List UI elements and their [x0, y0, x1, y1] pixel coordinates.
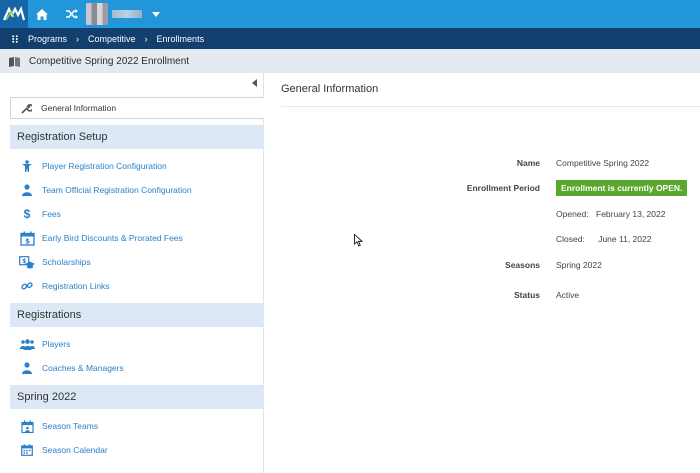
- sidebar-item-team-official-registration[interactable]: Team Official Registration Configuration: [18, 181, 192, 199]
- teams-icon: [20, 420, 34, 433]
- wrench-icon: [21, 103, 32, 114]
- sidebar-item-label: Players: [42, 339, 71, 349]
- sidebar: General Information Registration Setup P…: [0, 73, 264, 473]
- section-registration-setup: Registration Setup: [10, 125, 264, 149]
- sidebar-item-players[interactable]: Players: [18, 335, 70, 353]
- closed-label: Closed:: [556, 234, 585, 244]
- player-icon: [22, 159, 32, 172]
- divider: [281, 106, 700, 107]
- username-redacted: [112, 10, 142, 18]
- grip-icon[interactable]: [12, 34, 18, 43]
- enrollment-period-label: Enrollment Period: [466, 183, 540, 193]
- sidebar-item-player-registration[interactable]: Player Registration Configuration: [18, 157, 167, 175]
- sidebar-item-label: Fees: [42, 209, 61, 219]
- opened-value: February 13, 2022: [596, 209, 666, 219]
- mouse-cursor-icon: [354, 234, 363, 247]
- scholarship-icon: $: [19, 255, 35, 268]
- page-title-bar: Competitive Spring 2022 Enrollment: [0, 49, 700, 73]
- tab-label: General Information: [41, 103, 117, 113]
- sidebar-item-registration-links[interactable]: Registration Links: [18, 277, 110, 295]
- breadcrumb-enrollments[interactable]: Enrollments: [157, 34, 205, 44]
- sidebar-item-early-bird-discounts[interactable]: $ Early Bird Discounts & Prorated Fees: [18, 229, 183, 247]
- seasons-label: Seasons: [505, 260, 540, 270]
- avatar: [86, 3, 108, 25]
- logo-icon: [3, 6, 25, 21]
- page-title: Competitive Spring 2022 Enrollment: [29, 55, 190, 67]
- shuffle-icon: [66, 9, 78, 19]
- seasons-value: Spring 2022: [556, 260, 602, 270]
- closed-value: June 11, 2022: [598, 234, 652, 244]
- top-navigation-bar: [0, 0, 700, 28]
- book-icon: [9, 56, 20, 67]
- closed-row: Closed: June 11, 2022: [556, 234, 651, 244]
- tab-general-information[interactable]: General Information: [10, 97, 264, 119]
- collapse-sidebar-icon[interactable]: [252, 79, 257, 87]
- name-label: Name: [516, 158, 540, 168]
- app-logo[interactable]: [0, 0, 28, 28]
- sidebar-item-label: Season Calendar: [42, 445, 108, 455]
- sidebar-item-label: Coaches & Managers: [42, 363, 124, 373]
- opened-label: Opened:: [556, 209, 589, 219]
- sidebar-item-label: Early Bird Discounts & Prorated Fees: [42, 233, 183, 243]
- sidebar-item-label: Player Registration Configuration: [42, 161, 167, 171]
- players-group-icon: [19, 338, 35, 350]
- chevron-right-icon: ›: [76, 33, 80, 44]
- breadcrumb-competitive[interactable]: Competitive: [88, 34, 136, 44]
- official-icon: [22, 184, 32, 196]
- breadcrumb: Programs › Competitive › Enrollments: [0, 28, 700, 49]
- sidebar-item-fees[interactable]: $ Fees: [18, 205, 61, 223]
- svg-text:$: $: [25, 237, 30, 245]
- sidebar-item-label: Registration Links: [42, 281, 110, 291]
- dollar-icon: $: [23, 207, 31, 221]
- breadcrumb-programs[interactable]: Programs: [28, 34, 67, 44]
- user-menu[interactable]: [86, 2, 166, 26]
- switch-button[interactable]: [58, 0, 86, 28]
- status-badge: Enrollment is currently OPEN.: [556, 180, 688, 196]
- sidebar-item-label: Team Official Registration Configuration: [42, 185, 192, 195]
- name-value: Competitive Spring 2022: [556, 158, 650, 168]
- calendar-icon: [21, 444, 33, 456]
- section-title: Registration Setup: [17, 131, 108, 143]
- sidebar-item-label: Scholarships: [42, 257, 91, 267]
- chevron-right-icon: ›: [144, 33, 148, 44]
- status-label: Status: [514, 290, 540, 300]
- section-title-general-information: General Information: [281, 83, 379, 95]
- section-spring-2022: Spring 2022: [10, 385, 264, 409]
- opened-row: Opened: February 13, 2022: [556, 209, 665, 219]
- sidebar-item-season-teams[interactable]: Season Teams: [18, 417, 98, 435]
- section-registrations: Registrations: [10, 303, 264, 327]
- coach-icon: [22, 362, 32, 374]
- calendar-discount-icon: $: [19, 231, 35, 246]
- sidebar-item-coaches-managers[interactable]: Coaches & Managers: [18, 359, 124, 377]
- home-icon: [36, 8, 48, 20]
- link-icon: [21, 282, 33, 290]
- sidebar-item-scholarships[interactable]: $ Scholarships: [18, 253, 91, 271]
- sidebar-item-season-calendar[interactable]: Season Calendar: [18, 441, 108, 459]
- home-button[interactable]: [28, 0, 56, 28]
- status-value: Active: [556, 290, 580, 300]
- section-title: Spring 2022: [17, 391, 77, 403]
- chevron-down-icon: [152, 11, 160, 17]
- section-title: Registrations: [17, 309, 82, 321]
- sidebar-item-label: Season Teams: [42, 421, 99, 431]
- main-content: General Information Name Competitive Spr…: [265, 73, 700, 473]
